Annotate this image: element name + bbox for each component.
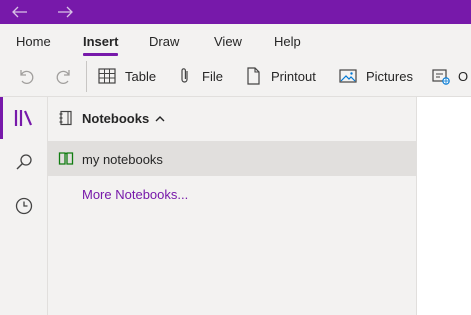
- notebook-item-label: my notebooks: [82, 152, 163, 167]
- redo-icon[interactable]: [53, 65, 75, 87]
- page-canvas[interactable]: [417, 97, 471, 315]
- clock-icon: [15, 197, 32, 215]
- undo-icon[interactable]: [15, 65, 37, 87]
- rail-search[interactable]: [0, 141, 47, 183]
- more-notebooks-link[interactable]: More Notebooks...: [82, 187, 188, 202]
- pictures-icon[interactable]: [337, 65, 359, 87]
- insert-toolbar: Table File Printout Pictures O: [0, 57, 471, 97]
- toolbar-separator: [86, 61, 87, 92]
- printout-button[interactable]: Printout: [271, 69, 316, 84]
- rail-active-indicator: [0, 97, 3, 139]
- tab-label: Draw: [149, 34, 180, 49]
- pictures-button[interactable]: Pictures: [366, 69, 413, 84]
- tab-help[interactable]: Help: [274, 34, 301, 49]
- table-button[interactable]: Table: [125, 69, 156, 84]
- notebook-item[interactable]: my notebooks: [48, 141, 416, 176]
- file-button[interactable]: File: [202, 69, 223, 84]
- tab-label: Home: [16, 34, 51, 49]
- rail-recent[interactable]: [0, 185, 47, 227]
- active-tab-indicator: [83, 53, 119, 56]
- notebooks-icon: [14, 110, 32, 126]
- chevron-up-icon[interactable]: [155, 115, 165, 122]
- tab-view[interactable]: View: [214, 34, 242, 49]
- tab-home[interactable]: Home: [16, 34, 51, 49]
- printout-icon[interactable]: [242, 65, 264, 87]
- title-bar: [0, 0, 471, 24]
- arrow-left-icon[interactable]: [8, 0, 32, 24]
- notebooks-panel: Notebooks my notebooks More Notebooks...: [48, 97, 417, 315]
- search-icon: [16, 154, 32, 170]
- tab-label: View: [214, 34, 242, 49]
- notebook-stack-icon: [59, 110, 72, 126]
- paperclip-icon[interactable]: [174, 65, 196, 87]
- navigation-rail: [0, 97, 48, 315]
- tab-label: Help: [274, 34, 301, 49]
- notebooks-title: Notebooks: [82, 111, 150, 126]
- tab-insert[interactable]: Insert: [83, 34, 119, 56]
- online-button[interactable]: O: [458, 69, 468, 84]
- arrow-right-icon[interactable]: [53, 0, 77, 24]
- open-notebook-icon: [58, 152, 74, 165]
- rail-notebooks[interactable]: [0, 97, 47, 139]
- tab-draw[interactable]: Draw: [149, 34, 179, 49]
- ribbon-tabs: Home Insert Draw View Help: [0, 24, 471, 57]
- notebooks-header[interactable]: Notebooks: [48, 97, 416, 139]
- tab-label: Insert: [83, 34, 119, 49]
- table-icon[interactable]: [96, 65, 118, 87]
- online-video-icon[interactable]: [430, 65, 452, 87]
